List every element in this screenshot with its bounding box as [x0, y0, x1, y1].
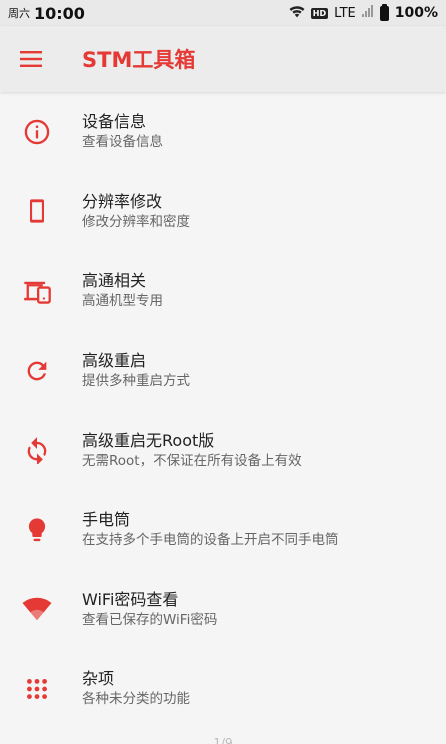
item-subtitle: 无需Root，不保证在所有设备上有效 — [82, 452, 302, 469]
item-title: 高通相关 — [82, 271, 147, 291]
hd-badge: HD — [310, 7, 329, 19]
item-subtitle: 查看已保存的WiFi密码 — [82, 611, 218, 628]
restart-icon — [22, 435, 52, 465]
smartphone-icon — [22, 196, 52, 226]
item-title: 分辨率修改 — [82, 191, 163, 211]
list-item-qualcomm[interactable]: 高通相关 高通机型专用 — [0, 251, 446, 331]
item-subtitle: 各种未分类的功能 — [82, 691, 190, 708]
app-title: STM工具箱 — [82, 48, 196, 72]
wifi-signal-icon — [289, 5, 305, 22]
wifi-icon — [22, 594, 52, 624]
item-title: 高级重启无Root版 — [82, 430, 215, 450]
status-icons: HD LTE 100% — [289, 3, 438, 22]
devices-icon — [22, 276, 52, 306]
list-item-device-info[interactable]: 设备信息 查看设备信息 — [0, 92, 446, 172]
refresh-icon — [22, 356, 52, 386]
item-title: 高级重启 — [82, 351, 147, 371]
list-item-flashlight[interactable]: 手电筒 在支持多个手电筒的设备上开启不同手电筒 — [0, 490, 446, 570]
app-bar: STM工具箱 — [0, 26, 446, 92]
hamburger-menu-icon — [20, 51, 42, 67]
item-subtitle: 修改分辨率和密度 — [82, 213, 190, 230]
item-title: 杂项 — [82, 669, 115, 689]
item-title: WiFi密码查看 — [82, 589, 179, 609]
status-bar: 周六 10:00 HD LTE 100% — [0, 0, 446, 26]
item-subtitle: 提供多种重启方式 — [82, 373, 190, 390]
list-item-advanced-reboot[interactable]: 高级重启 提供多种重启方式 — [0, 331, 446, 411]
battery-percent: 100% — [394, 5, 438, 21]
list-item-wifi-password[interactable]: WiFi密码查看 查看已保存的WiFi密码 — [0, 570, 446, 650]
cell-signal-icon — [361, 5, 374, 21]
network-type: LTE — [334, 5, 356, 21]
list-item-resolution[interactable]: 分辨率修改 修改分辨率和密度 — [0, 172, 446, 252]
apps-grid-icon — [22, 674, 52, 704]
battery-icon — [379, 3, 389, 21]
status-day: 周六 — [8, 7, 30, 20]
page-indicator: 1/9 — [213, 736, 233, 744]
tool-list: 设备信息 查看设备信息 分辨率修改 修改分辨率和密度 高通相关 高通机型专用 高… — [0, 92, 446, 729]
item-subtitle: 查看设备信息 — [82, 134, 163, 151]
info-icon — [22, 117, 52, 147]
item-subtitle: 在支持多个手电筒的设备上开启不同手电筒 — [82, 532, 339, 549]
item-title: 手电筒 — [82, 510, 131, 530]
item-subtitle: 高通机型专用 — [82, 293, 163, 310]
menu-button[interactable] — [19, 47, 43, 71]
lightbulb-icon — [22, 515, 52, 545]
item-title: 设备信息 — [82, 112, 147, 132]
list-item-reboot-no-root[interactable]: 高级重启无Root版 无需Root，不保证在所有设备上有效 — [0, 410, 446, 490]
status-time: 10:00 — [34, 3, 85, 23]
list-item-misc[interactable]: 杂项 各种未分类的功能 — [0, 649, 446, 729]
